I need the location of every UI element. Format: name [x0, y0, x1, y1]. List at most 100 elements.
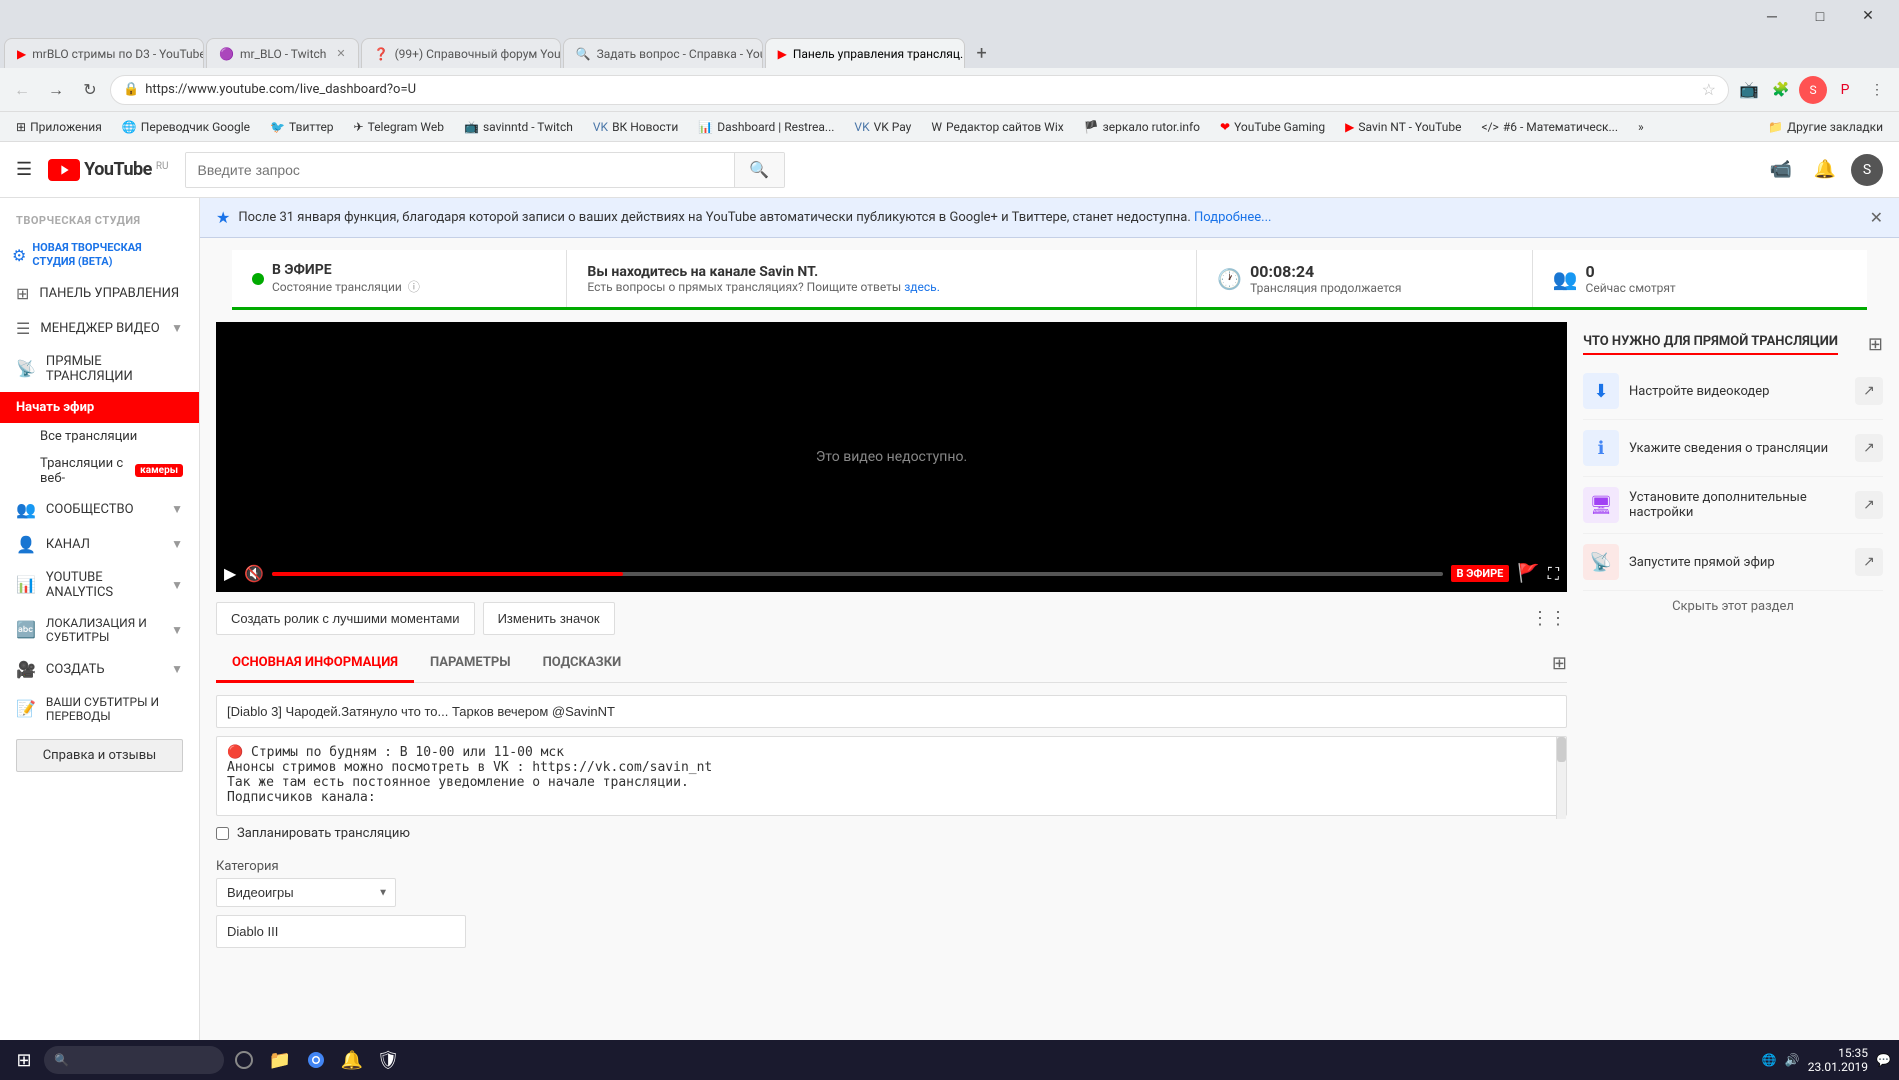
reload-button[interactable]: ↻: [76, 76, 104, 104]
vkpay-icon: VK: [854, 120, 869, 134]
schedule-checkbox[interactable]: [216, 827, 229, 840]
tab-params[interactable]: ПАРАМЕТРЫ: [414, 645, 527, 683]
avatar-circle[interactable]: S: [1799, 76, 1827, 104]
bookmark-rutor[interactable]: 🏴 зеркало rutor.info: [1076, 118, 1208, 136]
sidebar-subitem-all-streams[interactable]: Все трансляции: [0, 423, 199, 450]
notification-close-icon[interactable]: ✕: [1870, 208, 1883, 227]
textarea-scrollbar[interactable]: [1556, 737, 1566, 819]
bookmark-savinnt[interactable]: ▶ Savin NT - YouTube: [1337, 118, 1469, 136]
report-icon[interactable]: 🚩: [1517, 563, 1539, 584]
encoder-action-icon[interactable]: ↗: [1855, 377, 1883, 405]
hamburger-menu-icon[interactable]: ☰: [16, 159, 32, 180]
right-panel-encoder[interactable]: ⬇ Настройте видеокодер ↗: [1583, 363, 1883, 420]
stream-help-link[interactable]: здесь.: [904, 280, 940, 294]
browser-tab-4[interactable]: 🔍 Задать вопрос - Справка - You... ✕: [563, 38, 763, 68]
sidebar-subitem-start-live[interactable]: Начать эфир: [0, 392, 199, 423]
sidebar-item-channel[interactable]: 👤 КАНАЛ ▼: [0, 527, 199, 562]
right-panel-settings[interactable]: 🖥 Установите дополнительные настройки ↗: [1583, 477, 1883, 534]
tab-close-2[interactable]: ✕: [336, 47, 345, 60]
taskbar-icon-app5[interactable]: 🛡: [372, 1044, 404, 1076]
taskbar-icon-app4[interactable]: 🔔: [336, 1044, 368, 1076]
forward-button[interactable]: →: [42, 76, 70, 104]
sidebar-item-analytics[interactable]: 📊 YOUTUBE ANALYTICS ▼: [0, 562, 199, 608]
taskbar-search[interactable]: 🔍: [44, 1046, 224, 1074]
bookmark-vkpay[interactable]: VK VK Pay: [846, 118, 919, 136]
info-action-icon[interactable]: ↗: [1855, 434, 1883, 462]
right-panel-info[interactable]: ℹ Укажите сведения о трансляции ↗: [1583, 420, 1883, 477]
start-button[interactable]: ⊞: [8, 1044, 40, 1076]
bookmark-wix[interactable]: W Редактор сайтов Wix: [923, 118, 1071, 136]
user-avatar[interactable]: S: [1851, 154, 1883, 186]
maximize-button[interactable]: □: [1797, 0, 1843, 32]
pinterest-icon[interactable]: P: [1831, 76, 1859, 104]
browser-tab-5[interactable]: ▶ Панель управления трансляц... ✕: [765, 38, 965, 68]
bookmark-translate[interactable]: 🌐 Переводчик Google: [114, 118, 258, 136]
game-input[interactable]: [216, 915, 466, 948]
sidebar-item-new-studio[interactable]: ⚙ НОВАЯ ТВОРЧЕСКАЯ СТУДИЯ (BETA): [0, 235, 199, 276]
sidebar-item-create[interactable]: 🎥 СОЗДАТЬ ▼: [0, 652, 199, 687]
video-upload-icon[interactable]: 📹: [1763, 152, 1799, 188]
tab-hints[interactable]: ПОДСКАЗКИ: [527, 645, 638, 683]
help-feedback-label: Справка и отзывы: [43, 748, 157, 763]
tabs-grid-icon[interactable]: ⊞: [1552, 653, 1567, 674]
tab-main-info[interactable]: ОСНОВНАЯ ИНФОРМАЦИЯ: [216, 645, 414, 683]
video-progress-bar[interactable]: [272, 572, 1442, 576]
sidebar-subitem-webcam[interactable]: Трансляции с веб- камеры: [0, 450, 199, 492]
minimize-button[interactable]: ─: [1749, 0, 1795, 32]
browser-tab-2[interactable]: 🟣 mr_BLO - Twitch ✕: [206, 38, 359, 68]
back-button[interactable]: ←: [8, 76, 36, 104]
sidebar-item-community[interactable]: 👥 СООБЩЕСТВО ▼: [0, 492, 199, 527]
category-select[interactable]: Видеоигры: [216, 878, 396, 907]
bookmark-ytgaming[interactable]: ❤ YouTube Gaming: [1212, 118, 1333, 136]
notification-banner: ★ После 31 января функция, благодаря кот…: [200, 198, 1899, 238]
menu-dots-icon[interactable]: ⋮: [1863, 76, 1891, 104]
taskbar-icon-cortana[interactable]: [228, 1044, 260, 1076]
sidebar-item-subtitles[interactable]: 📝 ВАШИ СУБТИТРЫ И ПЕРЕВОДЫ: [0, 687, 199, 731]
taskbar-icon-chrome[interactable]: [300, 1044, 332, 1076]
bookmark-twitter[interactable]: 🐦 Твиттер: [262, 118, 342, 136]
right-panel-grid-icon[interactable]: ⊞: [1868, 334, 1883, 355]
right-panel-start-live[interactable]: 📡 Запустите прямой эфир ↗: [1583, 534, 1883, 591]
settings-action-icon[interactable]: ↗: [1855, 491, 1883, 519]
close-button[interactable]: ✕: [1845, 0, 1891, 32]
sidebar-item-video-manager[interactable]: ☰ МЕНЕДЖЕР ВИДЕО ▼: [0, 311, 199, 346]
cast-icon[interactable]: 📺: [1735, 76, 1763, 104]
search-input[interactable]: [186, 153, 734, 187]
stream-description-textarea[interactable]: [216, 736, 1567, 816]
play-button[interactable]: ▶: [224, 564, 236, 583]
bookmark-telegram[interactable]: ✈ Telegram Web: [346, 118, 452, 136]
bookmark-more[interactable]: »: [1630, 118, 1652, 136]
new-tab-button[interactable]: +: [967, 38, 997, 68]
yt-logo[interactable]: YouTube RU: [48, 159, 168, 181]
bookmark-math[interactable]: </> #6 - Математическ...: [1474, 118, 1627, 136]
schedule-label[interactable]: Запланировать трансляцию: [237, 826, 410, 841]
bookmark-dashboard[interactable]: 📊 Dashboard | Restrea...: [690, 118, 842, 136]
stream-title-input[interactable]: [216, 695, 1567, 728]
thumbnail-button[interactable]: Изменить значок: [483, 602, 615, 635]
bookmark-apps[interactable]: ⊞ Приложения: [8, 118, 110, 136]
highlights-button[interactable]: Создать ролик с лучшими моментами: [216, 602, 475, 635]
browser-tab-3[interactable]: ❓ (99+) Справочный форум You... ✕: [361, 38, 561, 68]
star-icon[interactable]: ☆: [1702, 80, 1716, 99]
search-button[interactable]: 🔍: [734, 153, 784, 187]
sidebar-item-live[interactable]: 📡 ПРЯМЫЕ ТРАНСЛЯЦИИ: [0, 346, 199, 392]
help-feedback-button[interactable]: Справка и отзывы: [16, 739, 183, 772]
notifications-icon[interactable]: 🔔: [1807, 152, 1843, 188]
bookmark-folder[interactable]: 📁 Другие закладки: [1760, 118, 1891, 136]
fullscreen-button[interactable]: ⛶: [1548, 564, 1559, 584]
sidebar-item-dashboard[interactable]: ⊞ ПАНЕЛЬ УПРАВЛЕНИЯ: [0, 276, 199, 311]
taskbar-icon-file-explorer[interactable]: 📁: [264, 1044, 296, 1076]
start-live-action-icon[interactable]: ↗: [1855, 548, 1883, 576]
bookmark-vk[interactable]: VK ВК Новости: [585, 118, 686, 136]
stream-grid-icon[interactable]: ⋮⋮: [1531, 608, 1567, 629]
notification-link[interactable]: Подробнее...: [1194, 210, 1271, 225]
notification-tray-icon[interactable]: 💬: [1876, 1053, 1891, 1067]
sidebar-item-localization[interactable]: 🔤 ЛОКАЛИЗАЦИЯ И СУБТИТРЫ ▼: [0, 608, 199, 652]
hide-section-button[interactable]: Скрыть этот раздел: [1583, 591, 1883, 622]
time-display: 15:35: [1838, 1046, 1868, 1060]
browser-tab-1[interactable]: ▶ mrBLO стримы по D3 - YouTube ✕: [4, 38, 204, 68]
address-bar[interactable]: 🔒 https://www.youtube.com/live_dashboard…: [110, 75, 1729, 105]
extensions-icon[interactable]: 🧩: [1767, 76, 1795, 104]
mute-button[interactable]: 🔇: [244, 564, 264, 583]
bookmark-twitch[interactable]: 📺 savinntd - Twitch: [456, 118, 581, 136]
